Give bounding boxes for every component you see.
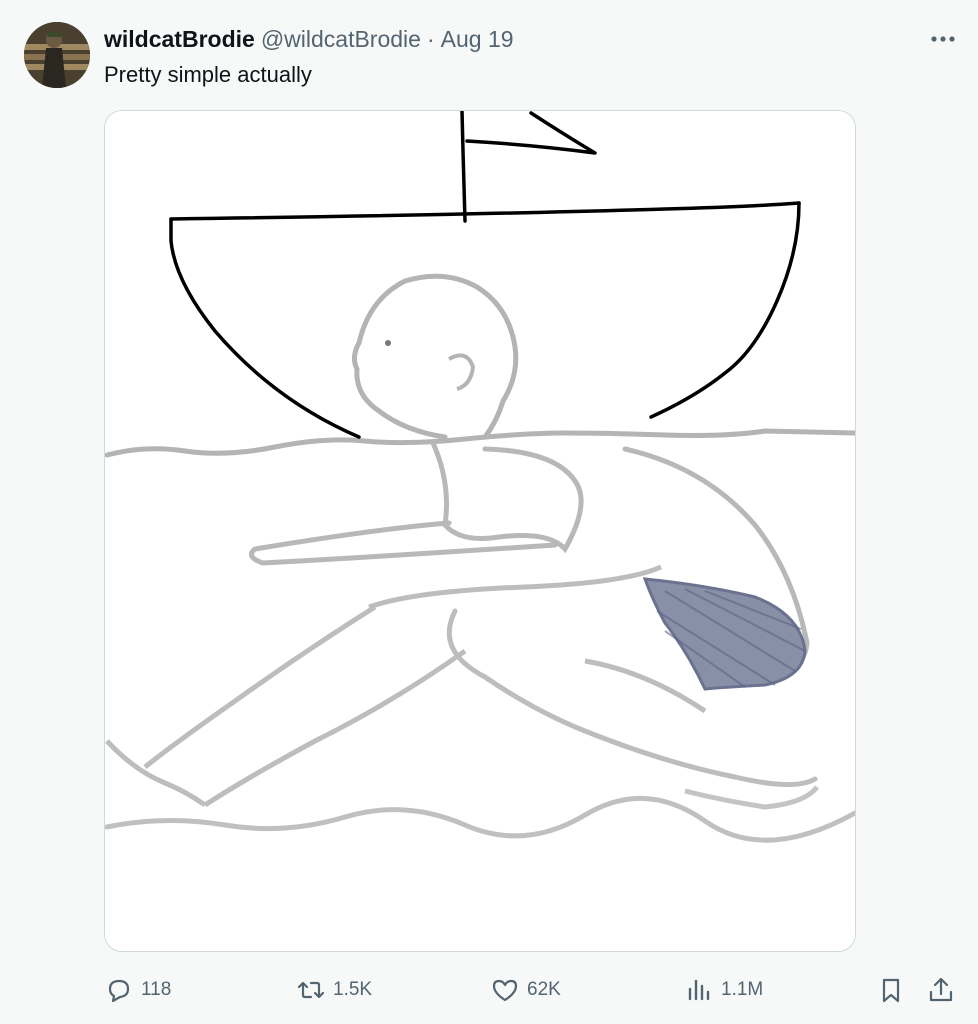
- tweet-media[interactable]: [104, 110, 856, 952]
- like-count: 62K: [527, 979, 561, 1000]
- tweet-actions: 118 1.5K 62K 1.1M: [104, 972, 964, 1008]
- user-handle[interactable]: @wildcatBrodie: [261, 24, 421, 54]
- more-button[interactable]: [928, 26, 958, 52]
- share-button[interactable]: [926, 972, 956, 1008]
- tweet: wildcatBrodie @wildcatBrodie · Aug 19 Pr…: [0, 0, 978, 1024]
- avatar-image: [24, 22, 90, 88]
- bookmark-icon: [882, 978, 900, 1003]
- reply-count: 118: [141, 979, 172, 1000]
- post-date[interactable]: Aug 19: [441, 24, 514, 54]
- like-button[interactable]: 62K: [490, 972, 561, 1008]
- more-horizontal-icon: [931, 36, 955, 42]
- display-name[interactable]: wildcatBrodie: [104, 24, 255, 54]
- tweet-text: Pretty simple actually: [104, 62, 312, 87]
- reply-button[interactable]: 118: [104, 972, 171, 1008]
- bookmark-button[interactable]: [876, 972, 906, 1008]
- views-button[interactable]: 1.1M: [684, 972, 763, 1008]
- reply-icon: [108, 979, 130, 1003]
- repost-icon: [297, 981, 325, 999]
- repost-button[interactable]: 1.5K: [296, 972, 372, 1008]
- views-icon: [688, 979, 710, 1001]
- view-count: 1.1M: [721, 979, 764, 1000]
- avatar[interactable]: [24, 22, 90, 88]
- tweet-header: wildcatBrodie @wildcatBrodie · Aug 19: [104, 24, 514, 54]
- separator: ·: [426, 26, 435, 52]
- boat-swimmer-drawing: [105, 111, 855, 951]
- heart-icon: [492, 979, 518, 1002]
- share-icon: [929, 977, 953, 1002]
- repost-count: 1.5K: [333, 979, 373, 1000]
